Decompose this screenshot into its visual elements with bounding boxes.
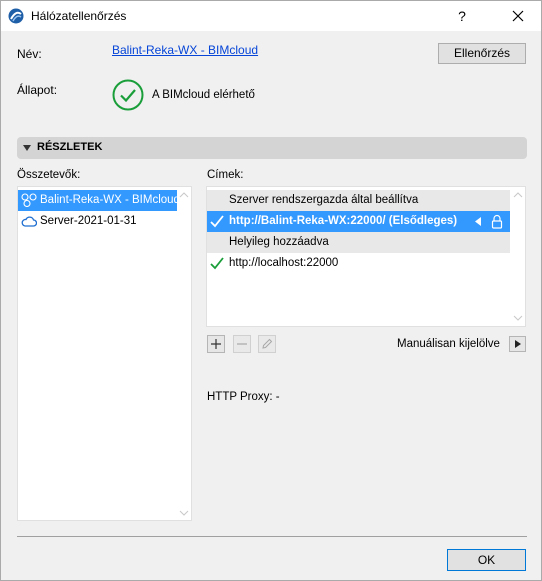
arrow-left-icon[interactable] (474, 217, 482, 226)
collapse-triangle-icon (23, 145, 31, 151)
manual-mode-menu-button[interactable] (509, 336, 526, 352)
checkmark-icon (210, 257, 224, 270)
network-check-dialog: Hálózatellenőrzés ? Név: Balint-Reka-WX … (0, 0, 542, 581)
details-title: RÉSZLETEK (37, 141, 103, 153)
scroll-down-icon[interactable] (179, 509, 189, 517)
checkmark-icon (210, 215, 224, 228)
minus-icon (237, 343, 247, 345)
lock-icon (491, 214, 503, 229)
address-row-localhost[interactable]: http://localhost:22000 (207, 253, 510, 274)
details-section-header[interactable]: RÉSZLETEK (17, 137, 527, 159)
address-group-header: Szerver rendszergazda által beállítva (207, 190, 510, 211)
manual-mode-label: Manuálisan kijelölve (397, 338, 500, 350)
window-title: Hálózatellenőrzés (31, 9, 127, 23)
title-bar: Hálózatellenőrzés ? (1, 1, 541, 31)
pencil-icon (262, 338, 273, 349)
component-item-bimcloud[interactable]: Balint-Reka-WX - BIMcloud (18, 190, 177, 211)
status-ok-check-icon (112, 79, 144, 111)
scroll-down-icon[interactable] (513, 314, 523, 322)
address-row-primary[interactable]: http://Balint-Reka-WX:22000/ (Elsődleges… (207, 211, 510, 232)
bimcloud-icon (21, 193, 37, 207)
http-proxy-label: HTTP Proxy: - (207, 391, 280, 403)
help-button[interactable]: ? (447, 4, 477, 28)
plus-icon (211, 339, 221, 349)
remove-address-button[interactable] (233, 335, 251, 353)
ok-button[interactable]: OK (447, 549, 526, 571)
scroll-up-icon[interactable] (179, 191, 189, 199)
components-list[interactable]: Balint-Reka-WX - BIMcloud Server-2021-01… (17, 186, 192, 521)
address-group-header: Helyileg hozzáadva (207, 232, 510, 253)
addresses-label: Címek: (207, 169, 244, 181)
cloud-icon (21, 216, 37, 227)
components-label: Összetevők: (17, 169, 81, 181)
arrow-right-icon (515, 340, 521, 348)
scroll-up-icon[interactable] (513, 191, 523, 199)
addresses-list[interactable]: Szerver rendszergazda által beállítva ht… (206, 186, 526, 327)
footer-divider (17, 536, 527, 537)
component-label: Server-2021-01-31 (40, 215, 137, 227)
address-url: http://localhost:22000 (229, 257, 339, 269)
bimcloud-name-link[interactable]: Balint-Reka-WX - BIMcloud (112, 43, 258, 57)
check-button[interactable]: Ellenőrzés (438, 43, 526, 64)
component-item-server[interactable]: Server-2021-01-31 (18, 211, 177, 232)
component-label: Balint-Reka-WX - BIMcloud (40, 194, 177, 206)
group-label: Szerver rendszergazda által beállítva (229, 194, 419, 206)
edit-address-button[interactable] (258, 335, 276, 353)
close-icon[interactable] (501, 4, 535, 28)
name-label: Név: (17, 47, 42, 61)
add-address-button[interactable] (207, 335, 225, 353)
group-label: Helyileg hozzáadva (229, 236, 329, 248)
status-text: A BIMcloud elérhető (152, 89, 255, 101)
status-label: Állapot: (17, 83, 58, 97)
address-url: http://Balint-Reka-WX:22000/ (Elsődleges… (229, 215, 458, 227)
archicad-app-icon (8, 8, 24, 24)
